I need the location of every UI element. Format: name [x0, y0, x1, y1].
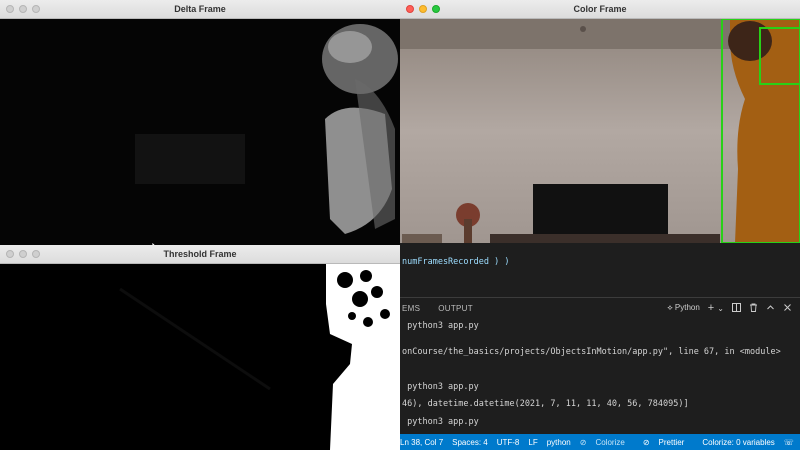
window-controls [6, 250, 40, 258]
panel-header: EMS OUTPUT ⟡ Python + ⌄ [400, 297, 800, 318]
window-title: Delta Frame [174, 4, 226, 14]
prettier-icon: ⊘ [642, 437, 650, 447]
close-button[interactable] [406, 5, 414, 13]
terminal-line: onCourse/the_basics/projects/ObjectsInMo… [402, 347, 781, 357]
delta-frame-window[interactable]: Delta Frame [0, 0, 400, 245]
threshold-frame-window[interactable]: Threshold Frame [0, 245, 400, 450]
status-bar: Ln 38, Col 7 Spaces: 4 UTF-8 LF python ⊘… [400, 434, 800, 450]
kill-terminal-button[interactable] [749, 303, 758, 314]
plus-icon: + [707, 302, 715, 314]
chevron-up-icon [767, 304, 774, 309]
close-button[interactable] [6, 250, 14, 258]
language-mode[interactable]: python [547, 438, 571, 447]
window-title: Threshold Frame [163, 249, 237, 259]
close-icon [784, 303, 791, 311]
trash-icon [750, 303, 757, 312]
terminal-line: python3 app.py [402, 417, 479, 427]
window-controls [6, 5, 40, 13]
new-terminal-button[interactable]: + ⌄ [708, 302, 724, 314]
encoding[interactable]: UTF-8 [497, 438, 520, 447]
minimize-button[interactable] [19, 5, 27, 13]
color-image-graphic [400, 18, 800, 243]
maximize-panel-button[interactable] [766, 303, 775, 314]
vscode-editor-region[interactable]: numFramesRecorded ) ) EMS OUTPUT ⟡ Pytho… [400, 243, 800, 450]
delta-image-graphic [0, 19, 400, 245]
palette-icon: ⊘ [579, 437, 587, 447]
minimize-button[interactable] [419, 5, 427, 13]
terminal-line: python3 app.py [402, 321, 479, 331]
colorize-label: Colorize [595, 437, 625, 447]
close-panel-button[interactable] [783, 303, 792, 314]
prettier-label: Prettier [658, 437, 685, 447]
terminal-selector[interactable]: ⟡ Python [667, 303, 699, 313]
color-frame-image [400, 18, 800, 243]
zoom-button[interactable] [32, 5, 40, 13]
color-frame-titlebar[interactable]: Color Frame [400, 0, 800, 19]
cursor-position[interactable]: Ln 38, Col 7 [400, 438, 443, 447]
threshold-frame-image [0, 264, 400, 450]
terminal-line: python3 app.py [402, 382, 479, 392]
split-icon [732, 302, 741, 312]
line-ending[interactable]: LF [528, 438, 537, 447]
threshold-mask-graphic [0, 264, 400, 450]
close-button[interactable] [6, 5, 14, 13]
minimize-button[interactable] [19, 250, 27, 258]
window-title: Color Frame [573, 4, 627, 14]
zoom-button[interactable] [32, 250, 40, 258]
python-icon: ⟡ [667, 303, 673, 312]
colorize-toggle[interactable]: ⊘ Colorize [580, 438, 634, 447]
prettier-toggle[interactable]: ⊘ Prettier [643, 438, 694, 447]
color-frame-window[interactable]: Color Frame [400, 0, 800, 243]
tab-problems[interactable]: EMS [402, 304, 420, 313]
zoom-button[interactable] [432, 5, 440, 13]
window-controls [406, 5, 440, 13]
panel-actions: ⟡ Python + ⌄ [667, 302, 792, 314]
terminal-label: Python [674, 303, 700, 312]
tab-output[interactable]: OUTPUT [438, 304, 473, 313]
delta-frame-titlebar[interactable]: Delta Frame [0, 0, 400, 19]
split-terminal-button[interactable] [732, 302, 741, 314]
terminal-line: 46), datetime.datetime(2021, 7, 11, 11, … [402, 399, 689, 409]
delta-frame-image [0, 19, 400, 245]
colorize-variables[interactable]: Colorize: 0 variables [702, 438, 774, 447]
chevron-down-icon: ⌄ [717, 304, 724, 313]
threshold-frame-titlebar[interactable]: Threshold Frame [0, 245, 400, 264]
indentation[interactable]: Spaces: 4 [452, 438, 488, 447]
feedback-icon[interactable]: ☏ [784, 438, 794, 447]
code-line[interactable]: numFramesRecorded ) ) [402, 257, 509, 267]
